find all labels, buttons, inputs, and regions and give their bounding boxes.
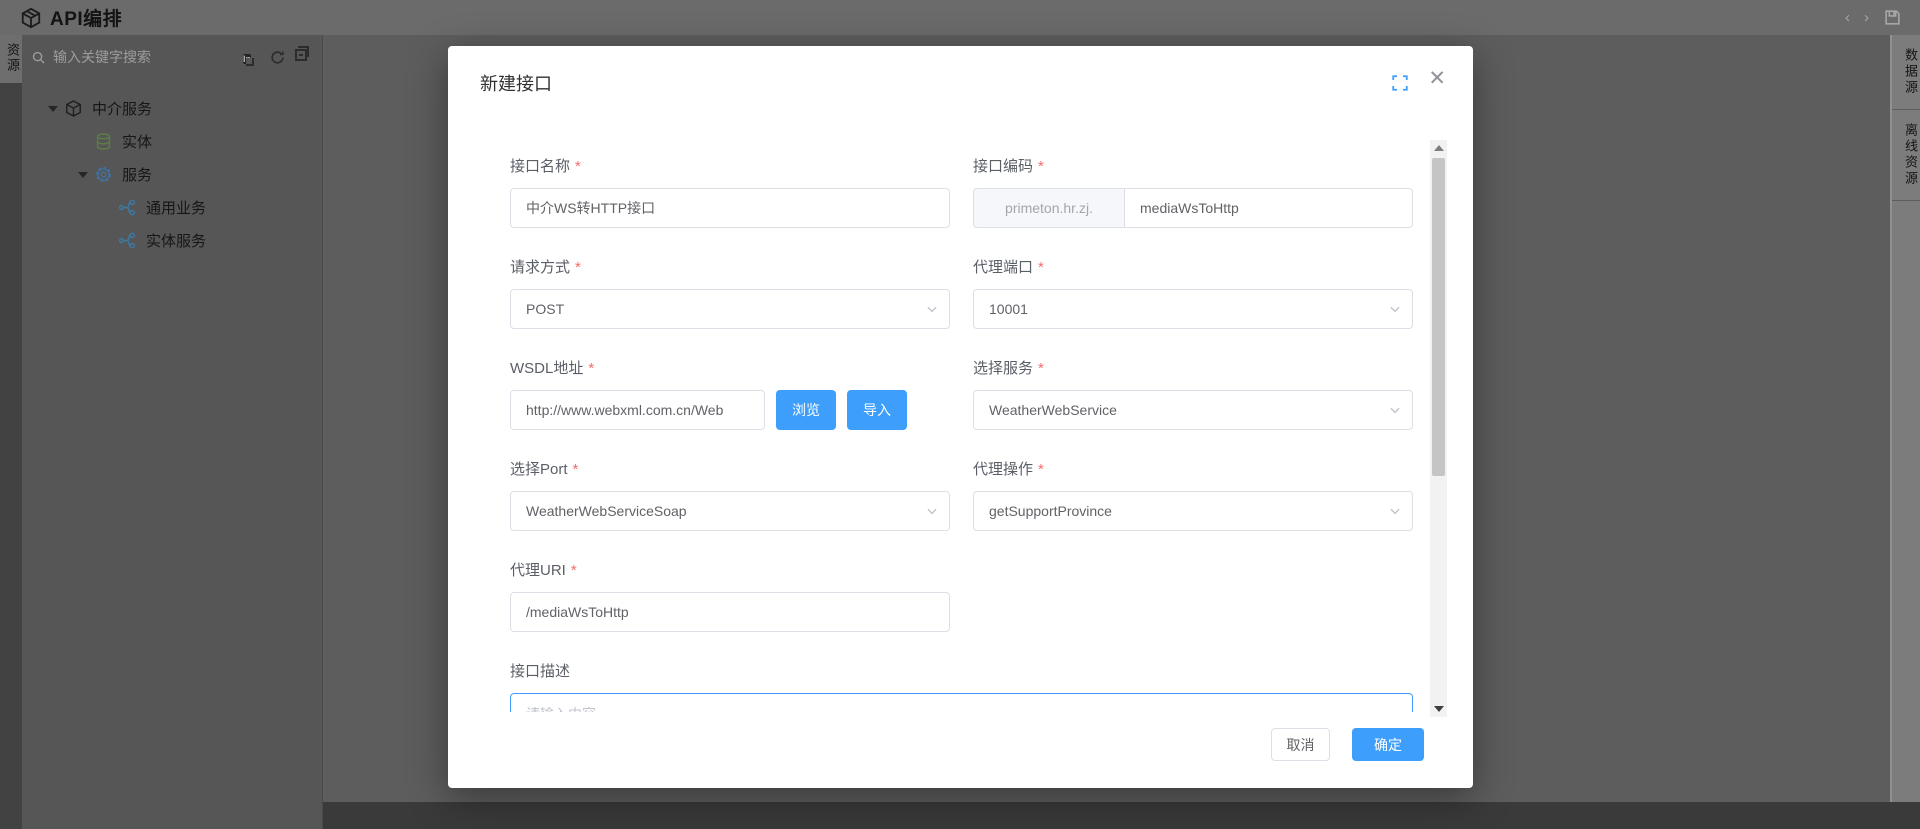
api-code-prefix: primeton.hr.zj. bbox=[973, 188, 1125, 228]
cube-icon bbox=[64, 99, 83, 118]
required-marker: * bbox=[1038, 461, 1044, 478]
tree-item-entity[interactable]: 实体 bbox=[22, 125, 322, 158]
field-api-code: 接口编码 * primeton.hr.zj. bbox=[973, 155, 1413, 228]
tree-item-label: 中介服务 bbox=[92, 98, 152, 119]
scrollbar-thumb[interactable] bbox=[1432, 158, 1445, 476]
proxy-operation-select[interactable] bbox=[973, 491, 1413, 531]
dialog-footer: 取消 确定 bbox=[1271, 728, 1424, 761]
bottom-panel-edge bbox=[323, 802, 1920, 829]
tab-offline-resource[interactable]: 离线资源 bbox=[1892, 110, 1920, 201]
new-api-dialog: 新建接口 ✕ 接口名称 * 接口编码 * primeton.hr.zj. bbox=[448, 46, 1473, 788]
field-label: 代理操作 bbox=[973, 461, 1033, 478]
request-method-select[interactable] bbox=[510, 289, 950, 329]
field-proxy-uri: 代理URI * bbox=[510, 559, 950, 632]
required-marker: * bbox=[1038, 259, 1044, 276]
search-icon bbox=[31, 50, 46, 65]
field-label: WSDL地址 bbox=[510, 360, 583, 377]
tree-item-label: 实体服务 bbox=[146, 230, 206, 251]
proxy-port-select[interactable] bbox=[973, 289, 1413, 329]
page-title: API编排 bbox=[50, 4, 122, 31]
api-name-input[interactable] bbox=[510, 188, 950, 228]
field-label: 选择Port bbox=[510, 461, 568, 478]
database-icon bbox=[94, 132, 113, 151]
field-label: 接口描述 bbox=[510, 663, 570, 680]
field-label: 代理URI bbox=[510, 562, 566, 579]
branch-icon bbox=[118, 198, 137, 217]
field-proxy-port: 代理端口 * bbox=[973, 256, 1413, 329]
dialog-scrollbar[interactable] bbox=[1430, 140, 1447, 717]
locate-icon[interactable]: In bbox=[243, 49, 260, 66]
chevron-down-icon bbox=[1388, 504, 1402, 518]
app-screen: API编排 ‹ › 资源 In bbox=[0, 0, 1920, 829]
field-wsdl-address: WSDL地址 * 浏览 导入 bbox=[510, 357, 950, 430]
chevron-down-icon bbox=[1388, 302, 1402, 316]
field-label: 代理端口 bbox=[973, 259, 1033, 276]
dialog-body: 接口名称 * 接口编码 * primeton.hr.zj. 请求方式 * bbox=[448, 115, 1473, 712]
scroll-down-icon[interactable] bbox=[1430, 701, 1447, 717]
resource-sidebar: In 中介服务 bbox=[22, 35, 323, 829]
tree-item-label: 实体 bbox=[122, 131, 152, 152]
top-bar: API编排 ‹ › bbox=[0, 0, 1920, 35]
api-description-textarea[interactable] bbox=[510, 693, 1413, 712]
select-service-select[interactable] bbox=[973, 390, 1413, 430]
proxy-uri-input[interactable] bbox=[510, 592, 950, 632]
field-proxy-operation: 代理操作 * bbox=[973, 458, 1413, 531]
tree-item-mediation-service[interactable]: 中介服务 bbox=[22, 92, 322, 125]
refresh-icon[interactable] bbox=[269, 49, 286, 66]
browse-button[interactable]: 浏览 bbox=[776, 390, 836, 430]
branch-icon bbox=[118, 231, 137, 250]
field-label: 接口名称 bbox=[510, 158, 570, 175]
close-icon[interactable]: ✕ bbox=[1428, 68, 1446, 89]
required-marker: * bbox=[575, 158, 581, 175]
cancel-button[interactable]: 取消 bbox=[1271, 728, 1330, 761]
api-code-input[interactable] bbox=[1124, 188, 1413, 228]
back-icon[interactable]: ‹ bbox=[1845, 10, 1850, 25]
fullscreen-icon[interactable] bbox=[1391, 74, 1409, 92]
tab-data-source[interactable]: 数据源 bbox=[1892, 35, 1920, 110]
tab-resources[interactable]: 资源 bbox=[0, 35, 22, 83]
select-port-select[interactable] bbox=[510, 491, 950, 531]
sidebar-search-row: In bbox=[22, 40, 322, 74]
wsdl-address-input[interactable] bbox=[510, 390, 765, 430]
field-label: 请求方式 bbox=[510, 259, 570, 276]
caret-down-icon[interactable] bbox=[48, 106, 64, 112]
field-request-method: 请求方式 * bbox=[510, 256, 950, 329]
field-label: 选择服务 bbox=[973, 360, 1033, 377]
chevron-down-icon bbox=[1388, 403, 1402, 417]
required-marker: * bbox=[571, 562, 577, 579]
field-label: 接口编码 bbox=[973, 158, 1033, 175]
chevron-down-icon bbox=[925, 504, 939, 518]
dialog-title: 新建接口 bbox=[480, 70, 552, 96]
gear-icon bbox=[94, 165, 113, 184]
required-marker: * bbox=[1038, 360, 1044, 377]
field-select-port: 选择Port * bbox=[510, 458, 950, 531]
tree-item-entity-service[interactable]: 实体服务 bbox=[22, 224, 322, 257]
field-api-name: 接口名称 * bbox=[510, 155, 950, 228]
forward-icon[interactable]: › bbox=[1864, 10, 1869, 25]
resource-tree: 中介服务 实体 bbox=[22, 92, 322, 257]
caret-down-icon[interactable] bbox=[78, 172, 94, 178]
save-icon[interactable] bbox=[1883, 8, 1902, 27]
left-tab-strip: 资源 bbox=[0, 35, 22, 829]
field-select-service: 选择服务 * bbox=[973, 357, 1413, 430]
tree-item-service[interactable]: 服务 bbox=[22, 158, 322, 191]
collapse-all-icon[interactable] bbox=[295, 49, 312, 66]
import-button[interactable]: 导入 bbox=[847, 390, 907, 430]
scroll-up-icon[interactable] bbox=[1430, 140, 1447, 156]
chevron-down-icon bbox=[925, 302, 939, 316]
right-tab-strip: 数据源 离线资源 bbox=[1890, 35, 1920, 802]
required-marker: * bbox=[573, 461, 579, 478]
confirm-button[interactable]: 确定 bbox=[1352, 728, 1424, 761]
grid-spacer bbox=[973, 559, 1413, 632]
tree-item-label: 通用业务 bbox=[146, 197, 206, 218]
app-logo-cube-icon bbox=[20, 7, 42, 29]
tree-item-general-business[interactable]: 通用业务 bbox=[22, 191, 322, 224]
field-api-description: 接口描述 bbox=[510, 660, 1413, 712]
tree-item-label: 服务 bbox=[122, 164, 152, 185]
search-input[interactable] bbox=[53, 49, 243, 65]
required-marker: * bbox=[588, 360, 594, 377]
required-marker: * bbox=[1038, 158, 1044, 175]
required-marker: * bbox=[575, 259, 581, 276]
